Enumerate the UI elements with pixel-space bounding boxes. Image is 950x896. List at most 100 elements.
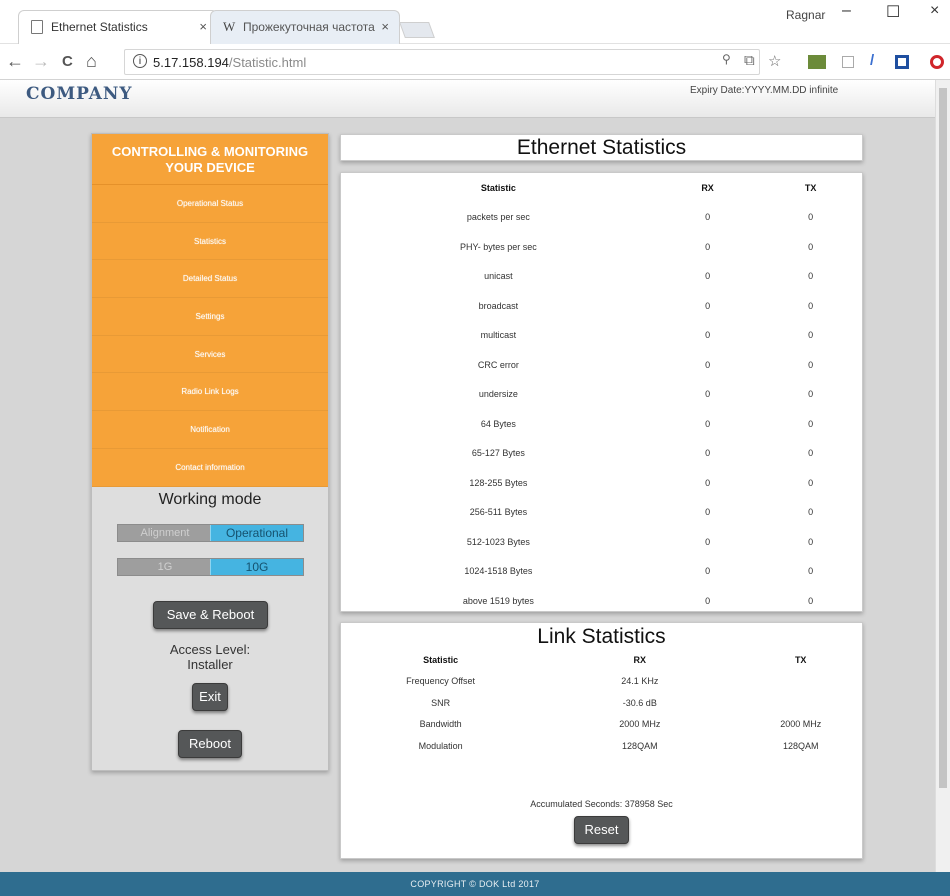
statistic-name-cell: broadcast xyxy=(478,300,519,311)
table-row: Frequency Offset 24.1 KHz xyxy=(341,671,862,693)
mode-toggle-on-label[interactable]: Operational xyxy=(210,525,303,541)
footer-copyright: COPYRIGHT © DOK Ltd 2017 xyxy=(0,872,950,896)
statistic-name-cell: Modulation xyxy=(418,740,463,751)
tx-value-cell: 0 xyxy=(808,300,814,311)
sidebar-item-operational-status[interactable]: Operational Status xyxy=(92,185,328,223)
scrollbar-thumb[interactable] xyxy=(939,88,947,788)
rx-value-cell: 0 xyxy=(705,418,711,429)
url-host: 5.17.158.194 xyxy=(153,55,229,70)
tab-label: Ethernet Statistics xyxy=(51,20,148,34)
statistic-name-cell: 1024-1518 Bytes xyxy=(464,566,533,577)
table-row: Modulation 128QAM 128QAM xyxy=(341,735,862,757)
extension-icon[interactable] xyxy=(895,55,909,69)
table-row: SNR -30.6 dB xyxy=(341,692,862,714)
statistic-name-cell: SNR xyxy=(431,697,451,708)
extension-icon[interactable] xyxy=(842,56,854,68)
statistic-name-cell: packets per sec xyxy=(466,212,530,223)
forward-icon[interactable]: → xyxy=(32,51,50,72)
mode-toggle-off-label[interactable]: Alignment xyxy=(118,525,212,541)
close-tab-icon[interactable]: × xyxy=(199,19,207,34)
sidebar: CONTROLLING & MONITORING YOUR DEVICE Ope… xyxy=(91,133,329,771)
ethernet-title-panel: Ethernet Statistics xyxy=(340,134,863,161)
reset-button[interactable]: Reset xyxy=(574,816,629,844)
rx-value-cell: 0 xyxy=(705,507,711,518)
table-row: packets per sec 0 0 xyxy=(341,203,862,233)
sidebar-item-notification[interactable]: Notification xyxy=(92,411,328,449)
table-row: 65-127 Bytes 0 0 xyxy=(341,439,862,469)
rx-value-cell: 0 xyxy=(705,271,711,282)
expiry-date: Expiry Date:YYYY.MM.DD infinite xyxy=(690,85,839,96)
table-row: unicast 0 0 xyxy=(341,262,862,292)
tx-value-cell: 0 xyxy=(808,418,814,429)
rx-value-cell: 0 xyxy=(705,477,711,488)
sidebar-item-contact-information[interactable]: Contact information xyxy=(92,448,328,487)
info-icon[interactable]: i xyxy=(133,54,147,68)
new-tab-button[interactable] xyxy=(399,22,435,38)
page-scrollbar[interactable] xyxy=(935,80,950,872)
mode-toggle[interactable]: Alignment Operational xyxy=(117,524,304,542)
bookmark-star-icon[interactable]: ☆ xyxy=(768,52,781,70)
tab-label: Прожекуточная частота xyxy=(243,20,375,34)
speed-toggle-off-label[interactable]: 1G xyxy=(118,559,212,575)
browser-toolbar: ← → C ⌂ i 5.17.158.194/Statistic.html ⚲ … xyxy=(0,44,950,80)
page-icon xyxy=(31,20,43,34)
tx-value-cell: 2000 MHz xyxy=(780,719,822,730)
sidebar-title: CONTROLLING & MONITORING YOUR DEVICE xyxy=(92,134,328,185)
rx-value-cell: 0 xyxy=(705,566,711,577)
table-row: 128-255 Bytes 0 0 xyxy=(341,468,862,498)
table-header-row: Statistic RX TX xyxy=(341,173,862,203)
minimize-icon[interactable]: – xyxy=(842,2,851,20)
table-row: above 1519 bytes 0 0 xyxy=(341,586,862,616)
profile-name[interactable]: Ragnar xyxy=(786,8,825,22)
link-statistics-panel: Link Statistics Statistic RX TX Frequenc… xyxy=(340,622,863,859)
tx-value-cell: 0 xyxy=(808,241,814,252)
close-tab-icon[interactable]: × xyxy=(381,19,389,34)
tx-value-cell: 0 xyxy=(808,271,814,282)
pen-icon[interactable]: / xyxy=(870,52,874,69)
statistic-name-cell: CRC error xyxy=(477,359,519,370)
column-header: TX xyxy=(794,654,807,665)
accumulated-seconds: Accumulated Seconds: 378958 Sec xyxy=(530,799,673,809)
speed-toggle[interactable]: 1G 10G xyxy=(117,558,304,576)
sidebar-item-services[interactable]: Services xyxy=(92,335,328,374)
statistic-name-cell: multicast xyxy=(480,330,517,341)
column-header: RX xyxy=(633,654,647,665)
tx-value-cell: 0 xyxy=(808,595,814,606)
rx-value-cell: 128QAM xyxy=(622,740,658,751)
extension-icon[interactable] xyxy=(808,55,826,69)
sidebar-item-detailed-status[interactable]: Detailed Status xyxy=(92,260,328,299)
tx-value-cell xyxy=(739,692,862,714)
maximize-icon[interactable]: ☐ xyxy=(886,2,900,22)
zoom-icon[interactable]: ⚲ xyxy=(722,52,731,66)
close-window-icon[interactable]: × xyxy=(930,2,939,20)
sidebar-title-line1: CONTROLLING & MONITORING xyxy=(111,144,309,159)
sidebar-item-statistics[interactable]: Statistics xyxy=(92,222,328,261)
tx-value-cell: 0 xyxy=(808,448,814,459)
tab-wikipedia[interactable]: W Прожекуточная частота × xyxy=(210,10,400,44)
link-statistics-title: Link Statistics xyxy=(537,625,666,648)
statistic-name-cell: Bandwidth xyxy=(419,719,462,730)
reboot-button[interactable]: Reboot xyxy=(178,730,242,758)
sidebar-item-radio-link-logs[interactable]: Radio Link Logs xyxy=(92,373,328,412)
address-bar[interactable]: i 5.17.158.194/Statistic.html xyxy=(124,49,760,75)
rx-value-cell: 0 xyxy=(705,330,711,341)
speed-toggle-on-label[interactable]: 10G xyxy=(210,559,303,575)
translate-icon[interactable]: ⧉ xyxy=(744,52,755,69)
back-icon[interactable]: ← xyxy=(6,51,24,72)
statistic-name-cell: unicast xyxy=(484,271,513,282)
rx-value-cell: 0 xyxy=(705,536,711,547)
table-row: 256-511 Bytes 0 0 xyxy=(341,498,862,528)
sidebar-item-settings[interactable]: Settings xyxy=(92,298,328,336)
save-reboot-button[interactable]: Save & Reboot xyxy=(153,601,268,629)
rx-value-cell: 2000 MHz xyxy=(619,719,661,730)
statistic-name-cell: PHY- bytes per sec xyxy=(460,241,537,252)
reload-icon[interactable]: C xyxy=(62,53,73,70)
table-row: undersize 0 0 xyxy=(341,380,862,410)
tab-ethernet-statistics[interactable]: Ethernet Statistics × xyxy=(18,10,218,44)
rx-value-cell: 0 xyxy=(705,212,711,223)
browser-tab-bar: Ethernet Statistics × W Прожекуточная ча… xyxy=(0,0,950,44)
table-row: CRC error 0 0 xyxy=(341,350,862,380)
exit-button[interactable]: Exit xyxy=(192,683,228,711)
home-icon[interactable]: ⌂ xyxy=(86,51,97,72)
opera-icon[interactable] xyxy=(930,55,944,69)
